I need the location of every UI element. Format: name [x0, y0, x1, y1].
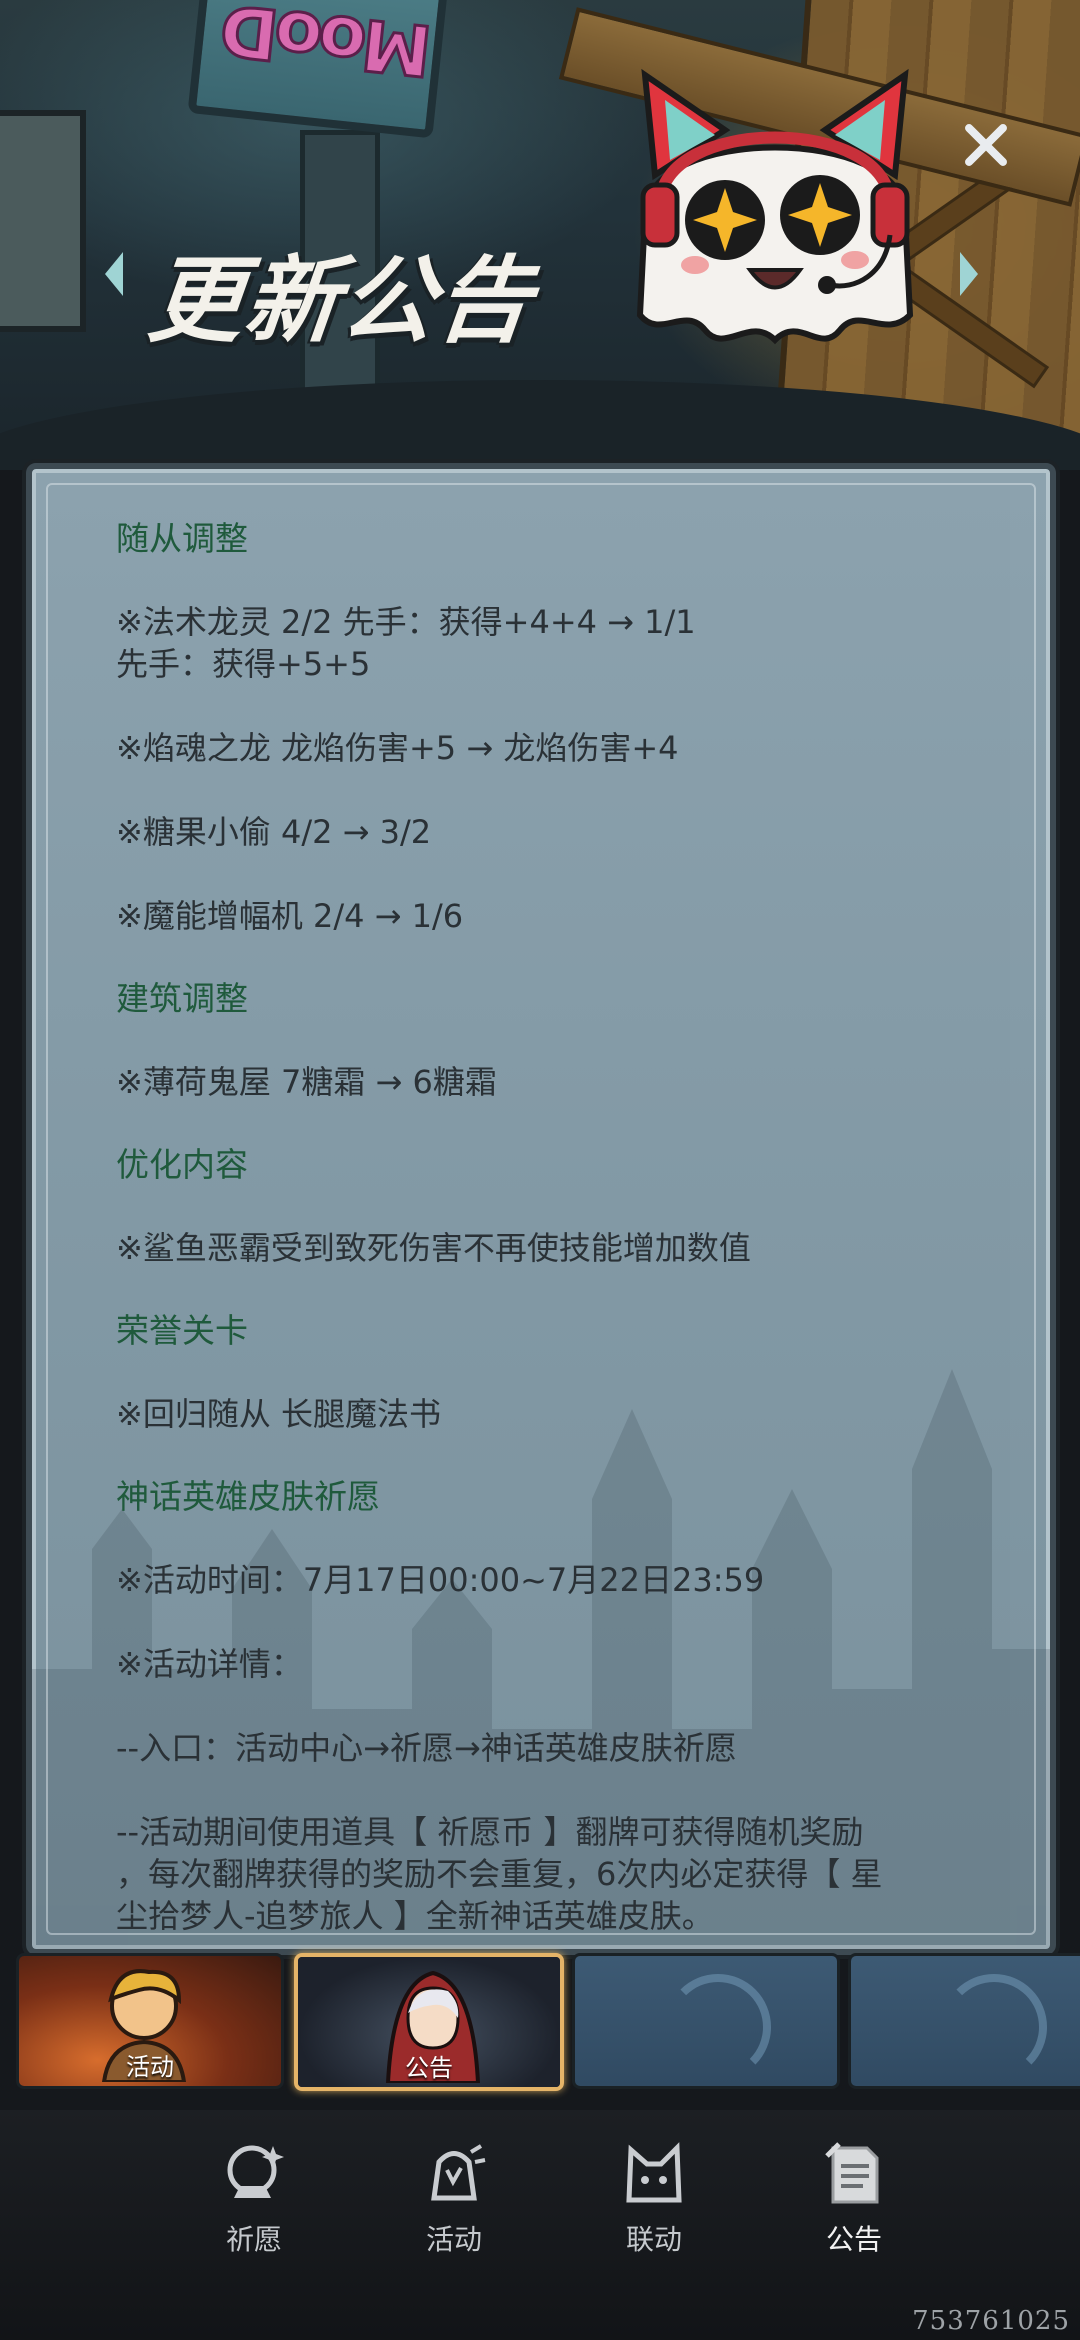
mood-sign-text: MooD: [219, 0, 437, 93]
announcement-line: ※回归随从 长腿魔法书: [116, 1395, 441, 1433]
announcement-line: ※薄荷鬼屋 7糖霜 → 6糖霜: [116, 1063, 497, 1101]
header-banner: MooD 更新公告: [0, 0, 1080, 470]
ghost-cat-mascot-icon: [636, 68, 914, 345]
section-title-minion-adjustments: 随从调整: [116, 519, 248, 558]
cat-icon: [626, 2142, 682, 2203]
section-title-optimizations: 优化内容: [116, 1145, 248, 1184]
announcement-line: ※活动详情：: [116, 1645, 303, 1683]
nav-label: 祈愿: [225, 2223, 282, 2256]
swirl-icon: [941, 1974, 1047, 2080]
announcement-line: --入口：活动中心→祈愿→神话英雄皮肤祈愿: [116, 1729, 737, 1767]
tab-notice[interactable]: 公告: [294, 1953, 564, 2091]
tab-label: 活动: [126, 2053, 174, 2081]
announcement-content: 随从调整 ※法术龙灵 2/2 先手：获得+4+4 → 1/1 先手：获得+5+5…: [116, 519, 996, 1937]
announcement-line: ※魔能增幅机 2/4 → 1/6: [116, 897, 464, 935]
nav-label: 公告: [825, 2223, 882, 2256]
announcement-line: ※法术龙灵 2/2 先手：获得+4+4 → 1/1 先手：获得+5+5: [116, 603, 696, 683]
swirl-icon: [665, 1974, 771, 2080]
announcement-line: --活动期间使用道具【 祈愿币 】翻牌可获得随机奖励 ，每次翻牌获得的奖励不会重…: [116, 1813, 883, 1935]
close-button[interactable]: [952, 112, 1018, 178]
nav-item-collab[interactable]: 联动: [584, 2140, 724, 2270]
tab-label: 公告: [405, 2054, 453, 2082]
tab-empty-2[interactable]: [848, 1953, 1080, 2089]
left-sign-decoration: [0, 110, 86, 332]
activity-bell-icon: [431, 2144, 486, 2201]
announcement-line: ※糖果小偷 4/2 → 3/2: [116, 813, 432, 851]
crystal-ball-icon: [227, 2145, 284, 2198]
title-right-arrow-icon: [960, 252, 978, 296]
page-title: 更新公告: [143, 247, 539, 356]
nav-label: 活动: [425, 2223, 482, 2256]
title-left-arrow-icon: [105, 252, 123, 296]
section-title-honor-stage: 荣誉关卡: [116, 1311, 248, 1350]
tab-empty-1[interactable]: [572, 1953, 840, 2089]
notice-paper-icon: [825, 2142, 879, 2204]
mood-sign: MooD: [187, 0, 449, 139]
announcement-line: ※焰魂之龙 龙焰伤害+5 → 龙焰伤害+4: [116, 729, 679, 767]
nav-item-notice[interactable]: 公告: [784, 2140, 924, 2270]
section-title-mythic-skin-wish: 神话英雄皮肤祈愿: [116, 1477, 380, 1516]
announcement-line: ※鲨鱼恶霸受到致死伤害不再使技能增加数值: [116, 1229, 751, 1267]
watermark-id: 753761025: [912, 2306, 1070, 2336]
tab-activity[interactable]: 活动: [16, 1953, 284, 2089]
announcement-card: 随从调整 ※法术龙灵 2/2 先手：获得+4+4 → 1/1 先手：获得+5+5…: [26, 463, 1056, 1955]
nav-item-wish[interactable]: 祈愿: [184, 2140, 324, 2270]
announcement-screen: MooD 更新公告 随从调整 ※法术龙灵 2/2 先手：获得+4+4 → 1/1…: [0, 0, 1080, 2340]
announcement-line: ※活动时间：7月17日00:00~7月22日23:59: [116, 1561, 765, 1599]
nav-item-activity[interactable]: 活动: [384, 2140, 524, 2270]
section-title-building-adjustments: 建筑调整: [116, 979, 248, 1018]
nav-label: 联动: [625, 2223, 682, 2256]
